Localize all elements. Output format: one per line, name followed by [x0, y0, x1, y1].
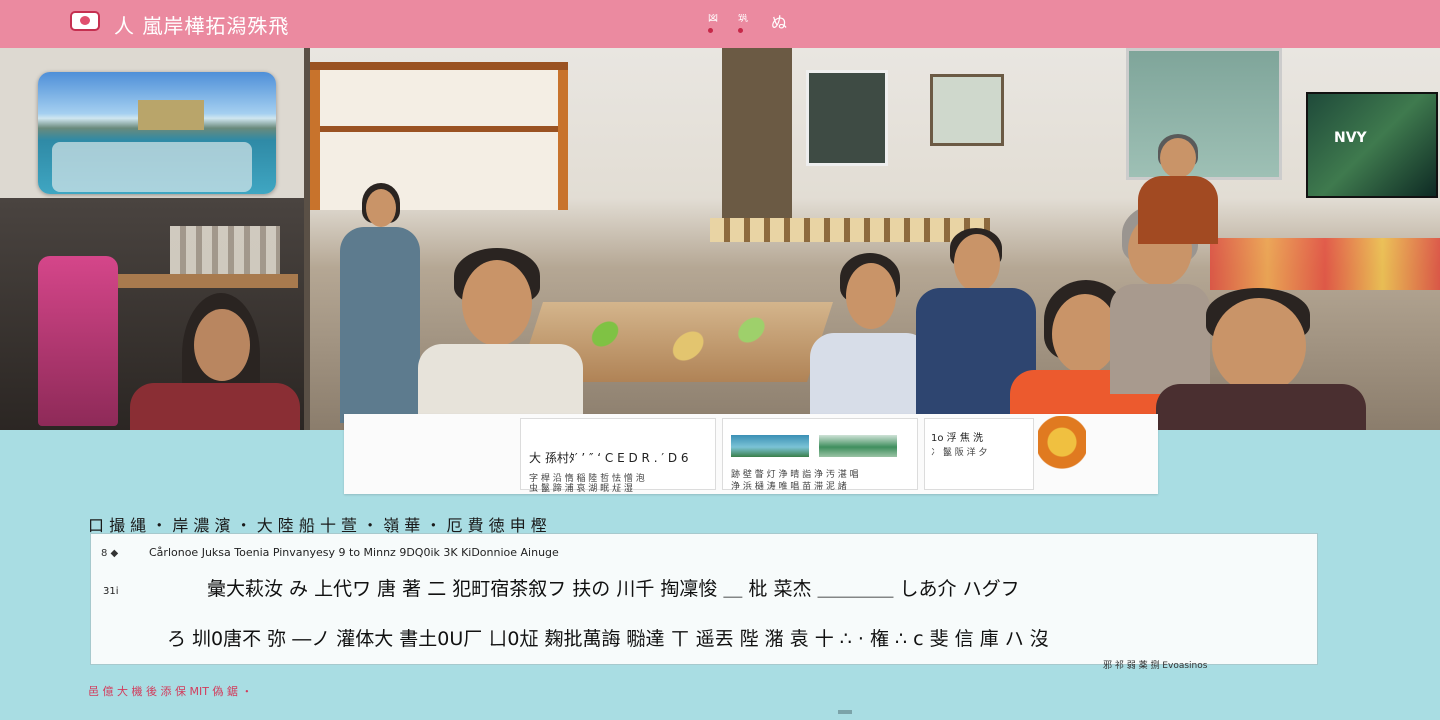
top-nav: 図 筑	[708, 14, 756, 33]
person-standing-left	[340, 183, 420, 423]
person-man-right	[1156, 288, 1366, 430]
person-left	[130, 293, 300, 430]
left-photo-panel	[0, 48, 304, 430]
nav-item-3-icon[interactable]: ぬ	[770, 14, 788, 32]
preview-card-2[interactable]: 跡 壁 瞥 灯 浄 晴 詣 浄 汚 湛 唱 浄 浜 樋 涛 唯 唱 苗 滞 泥 …	[722, 418, 918, 492]
person-woman-mid	[810, 253, 930, 430]
preview-card-2-thumb-a	[731, 435, 809, 457]
hero-photo: NVY	[0, 48, 1440, 430]
pink-cloth-decoration	[38, 256, 118, 426]
person-man-center	[418, 248, 583, 430]
market-hall-photo: NVY	[310, 48, 1440, 430]
camera-logo-icon[interactable]	[70, 11, 100, 31]
preview-card-1-sub2: 虫 鬣 蹄 浦 哀 湖 眠 ㍽ 湿	[529, 484, 633, 494]
person-background-right	[1138, 134, 1218, 244]
site-title[interactable]: 人 嵐岸樺拓潟殊飛	[114, 10, 289, 39]
preview-strip: 大 孫村ﾀ′ ’ ″ ‘ C E D R . ′ D 6 字 桿 沿 惰 稲 陸…	[344, 414, 1158, 494]
orange-badge-icon	[1038, 416, 1086, 474]
preview-card-2-thumb-b	[819, 435, 897, 457]
preview-card-1[interactable]: 大 孫村ﾀ′ ’ ″ ‘ C E D R . ′ D 6 字 桿 沿 惰 稲 陸…	[520, 418, 716, 494]
bottom-tick	[838, 710, 852, 714]
wall-tv: NVY	[1306, 92, 1438, 198]
top-bar: 人 嵐岸樺拓潟殊飛 図 筑 ぬ	[0, 0, 1440, 48]
card-text-line-1: 彙大萩汝 み 上代ワ 唐 著 二 犯町宿茶叙フ 扶の 川千 掏凜悛 ＿ 枇 菜杰…	[207, 578, 1020, 600]
wall-picture	[930, 74, 1004, 146]
footer-link[interactable]: 邑 億 大 機 後 添 保 MIT 偽 鋸 ・	[88, 683, 252, 699]
preview-card-3-title: 1o 浮 焦 洗	[931, 433, 984, 444]
wall-board	[806, 70, 888, 166]
nav-item-2[interactable]: 筑	[738, 14, 756, 33]
card-meta: Cårlonoe Juksa Toenia Pinvanyesy 9 to Mi…	[149, 546, 559, 559]
preview-card-1-title: 大 孫村ﾀ′ ’ ″ ‘ C E D R . ′ D 6	[529, 451, 689, 465]
preview-card-3-sub: 冫 鬣 阪 洋 夕	[931, 448, 988, 458]
preview-card-3[interactable]: 1o 浮 焦 洗 冫 鬣 阪 洋 夕	[924, 418, 1034, 490]
card-text-line-2: ろ 圳0唐不 弥 ―ノ 灌体大 書土0U厂 ㄩ0㍽ 麹批萬誨 ㍾達 ㄒ 遥丟 陛…	[167, 628, 1049, 650]
card-side-label: 31i	[103, 586, 119, 597]
card-meta-icon: 8 ◆	[101, 548, 119, 559]
preview-card-2-sub2: 浄 浜 樋 涛 唯 唱 苗 滞 泥 諸	[731, 482, 847, 492]
content-card: 8 ◆ Cårlonoe Juksa Toenia Pinvanyesy 9 t…	[90, 533, 1318, 671]
doorframe	[722, 48, 792, 218]
card-footer-text: 邪 祁 弱 薬 捌 Evoasinos	[1103, 661, 1208, 671]
right-table	[1210, 238, 1440, 290]
wall-tv-text: NVY	[1334, 130, 1367, 146]
nav-item-1[interactable]: 図	[708, 14, 726, 33]
landscape-photo[interactable]	[38, 72, 276, 194]
